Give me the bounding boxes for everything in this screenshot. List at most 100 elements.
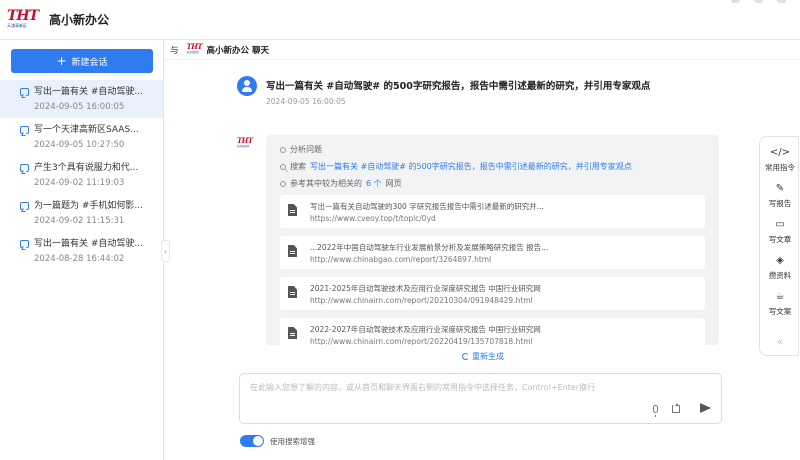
microphone-icon[interactable] bbox=[653, 405, 658, 417]
reference-url[interactable]: http://www.chinairn.com/report/20220419/… bbox=[310, 337, 533, 345]
send-icon[interactable] bbox=[700, 403, 711, 413]
pen-icon: ✎ bbox=[775, 183, 785, 194]
conversation-item[interactable]: 写出一篇有关 #自动驾驶... 2024-09-05 16:00:05 bbox=[0, 80, 163, 118]
chevron-double-left-icon[interactable]: « bbox=[760, 335, 800, 348]
reference-card[interactable]: 2022-2027年自动驾驶技术及应用行业深度研究报告 中国行业研究网 http… bbox=[280, 318, 705, 345]
conversation-time: 2024-08-28 16:44:02 bbox=[34, 254, 125, 264]
step-ref-count: 6 个 bbox=[366, 179, 382, 188]
logo-text: THT bbox=[237, 136, 253, 145]
upload-icon[interactable] bbox=[672, 403, 680, 413]
bot-avatar: THT 天津高新区 bbox=[237, 137, 259, 153]
tool-common-commands[interactable]: </> 常用指令 bbox=[760, 147, 800, 173]
top-bar: THT 天津高新区 高小新办公 bbox=[0, 0, 800, 40]
message-input[interactable] bbox=[250, 382, 630, 398]
message-input-box bbox=[239, 373, 722, 424]
bot-logo-small: THT 天津高新区 bbox=[186, 41, 203, 57]
user-message-time: 2024-09-05 16:00:05 bbox=[266, 97, 346, 106]
sidebar-collapse-handle[interactable]: ‹ bbox=[161, 240, 170, 262]
step-ref-suffix: 网页 bbox=[385, 179, 402, 188]
refresh-icon bbox=[462, 353, 469, 360]
conversation-time: 2024-09-05 16:00:05 bbox=[34, 102, 125, 112]
logo-subtext: 天津高新区 bbox=[186, 50, 200, 54]
step-search-prefix: 搜索 bbox=[290, 162, 306, 171]
user-avatar-icon bbox=[237, 76, 257, 96]
document-icon bbox=[288, 286, 297, 298]
tool-label: 攒资料 bbox=[768, 271, 792, 280]
tool-label: 常用指令 bbox=[765, 163, 795, 172]
tool-gather-materials[interactable]: ◈ 攒资料 bbox=[760, 255, 800, 281]
window-control-2[interactable] bbox=[754, 0, 763, 3]
step-analyze: 分析问题 bbox=[280, 144, 322, 155]
step-search-query: 写出一篇有关 #自动驾驶# 的500字研究报告，报告中需引述最新的研究，并引用专… bbox=[310, 162, 632, 171]
chat-with-label: 与 bbox=[170, 45, 179, 56]
check-circle-icon bbox=[280, 146, 286, 153]
monitor-icon: ▭ bbox=[775, 219, 785, 230]
regenerate-button[interactable]: 重新生成 bbox=[462, 351, 504, 362]
tool-label: 写文章 bbox=[768, 235, 792, 244]
reference-card[interactable]: ...2022年中国自动驾驶车行业发展前景分析及发展策略研究报告 报告... h… bbox=[280, 236, 705, 269]
cup-icon: ☕ bbox=[775, 291, 785, 302]
window-controls bbox=[731, 0, 786, 3]
app-logo: THT 天津高新区 bbox=[7, 9, 43, 31]
reference-url[interactable]: http://www.chinabgao.com/report/3264897.… bbox=[310, 255, 491, 264]
code-icon: </> bbox=[769, 147, 791, 158]
search-icon bbox=[280, 163, 286, 170]
reference-title: ...2022年中国自动驾驶车行业发展前景分析及发展策略研究报告 报告... bbox=[310, 243, 549, 252]
window-control-1[interactable] bbox=[731, 0, 740, 3]
tool-write-copy[interactable]: ☕ 写文案 bbox=[760, 291, 800, 317]
conversation-title: 写出一篇有关 #自动驾驶... bbox=[34, 87, 143, 97]
chat-bubble-icon bbox=[20, 164, 29, 172]
conversation-item[interactable]: 写出一篇有关 #自动驾驶... 2024-08-28 16:44:02 bbox=[0, 232, 163, 270]
app-title: 高小新办公 bbox=[49, 13, 110, 27]
reference-title: 2021-2025年自动驾驶技术及应用行业深度研究报告 中国行业研究网 bbox=[310, 284, 541, 293]
conversation-item[interactable]: 产生3个具有说服力和代... 2024-09-02 11:19:03 bbox=[0, 156, 163, 194]
tool-label: 写文案 bbox=[768, 307, 792, 316]
new-chat-button[interactable]: + 新建会话 bbox=[11, 49, 153, 73]
logo-text: THT bbox=[186, 41, 203, 51]
logo-subtext: 天津高新区 bbox=[237, 145, 250, 148]
conversation-list: 写出一篇有关 #自动驾驶... 2024-09-05 16:00:05 写一个天… bbox=[0, 80, 163, 270]
sidebar: + 新建会话 写出一篇有关 #自动驾驶... 2024-09-05 16:00:… bbox=[0, 40, 164, 460]
reference-url[interactable]: http://www.chinairn.com/report/20210304/… bbox=[310, 296, 533, 305]
regenerate-label: 重新生成 bbox=[472, 352, 504, 361]
search-enhance-toggle[interactable] bbox=[240, 435, 264, 447]
conversation-time: 2024-09-05 10:27:50 bbox=[34, 140, 125, 150]
chat-bubble-icon bbox=[20, 88, 29, 96]
conversation-time: 2024-09-02 11:19:03 bbox=[34, 178, 125, 188]
logo-text: THT bbox=[7, 7, 39, 24]
conversation-title: 写出一篇有关 #自动驾驶... bbox=[34, 239, 143, 249]
reference-title: 2022-2027年自动驾驶技术及应用行业深度研究报告 中国行业研究网 bbox=[310, 325, 541, 334]
chat-bubble-icon bbox=[20, 126, 29, 134]
tool-label: 写报告 bbox=[768, 199, 792, 208]
document-icon bbox=[288, 245, 297, 257]
check-circle-icon bbox=[280, 180, 286, 187]
graduation-cap-icon: ◈ bbox=[776, 255, 784, 266]
chat-bubble-icon bbox=[20, 240, 29, 248]
tool-write-report[interactable]: ✎ 写报告 bbox=[760, 183, 800, 209]
conversation-item[interactable]: 为一篇题为 #手机如何影... 2024-09-02 11:15:31 bbox=[0, 194, 163, 232]
document-icon bbox=[288, 204, 297, 216]
reference-card[interactable]: 写出一篇有关自动驾驶的300 字研究报告报告中需引述最新的研究并... http… bbox=[280, 195, 705, 228]
chat-bubble-icon bbox=[20, 202, 29, 210]
tools-panel: </> 常用指令 ✎ 写报告 ▭ 写文章 ◈ 攒资料 ☕ 写文案 « bbox=[759, 136, 799, 356]
document-icon bbox=[288, 327, 297, 339]
new-chat-label: 新建会话 bbox=[71, 57, 108, 68]
chat-header: 与 THT 天津高新区 高小新办公 聊天 bbox=[164, 40, 800, 60]
conversation-title: 为一篇题为 #手机如何影... bbox=[34, 201, 143, 211]
tool-write-article[interactable]: ▭ 写文章 bbox=[760, 219, 800, 245]
reference-card[interactable]: 2021-2025年自动驾驶技术及应用行业深度研究报告 中国行业研究网 http… bbox=[280, 277, 705, 310]
search-enhance-label: 使用搜索增强 bbox=[270, 437, 315, 446]
chevron-left-icon: ‹ bbox=[163, 246, 168, 256]
window-control-3[interactable] bbox=[777, 0, 786, 3]
conversation-time: 2024-09-02 11:15:31 bbox=[34, 216, 125, 226]
conversation-title: 产生3个具有说服力和代... bbox=[34, 163, 139, 173]
reference-url[interactable]: https://www.cveoy.top/t/topic/0yd bbox=[310, 214, 436, 223]
user-message: 写出一篇有关 #自动驾驶# 的500字研究报告，报告中需引述最新的研究，并引用专… bbox=[266, 81, 651, 92]
reference-title: 写出一篇有关自动驾驶的300 字研究报告报告中需引述最新的研究并... bbox=[310, 202, 544, 211]
chat-bot-name: 高小新办公 聊天 bbox=[206, 45, 269, 56]
conversation-title: 写一个天津高新区SAAS... bbox=[34, 125, 139, 135]
step-reference: 参考其中较为相关的 6 个 网页 bbox=[280, 178, 402, 189]
plus-icon: + bbox=[56, 54, 67, 68]
conversation-item[interactable]: 写一个天津高新区SAAS... 2024-09-05 10:27:50 bbox=[0, 118, 163, 156]
step-ref-prefix: 参考其中较为相关的 bbox=[290, 179, 362, 188]
